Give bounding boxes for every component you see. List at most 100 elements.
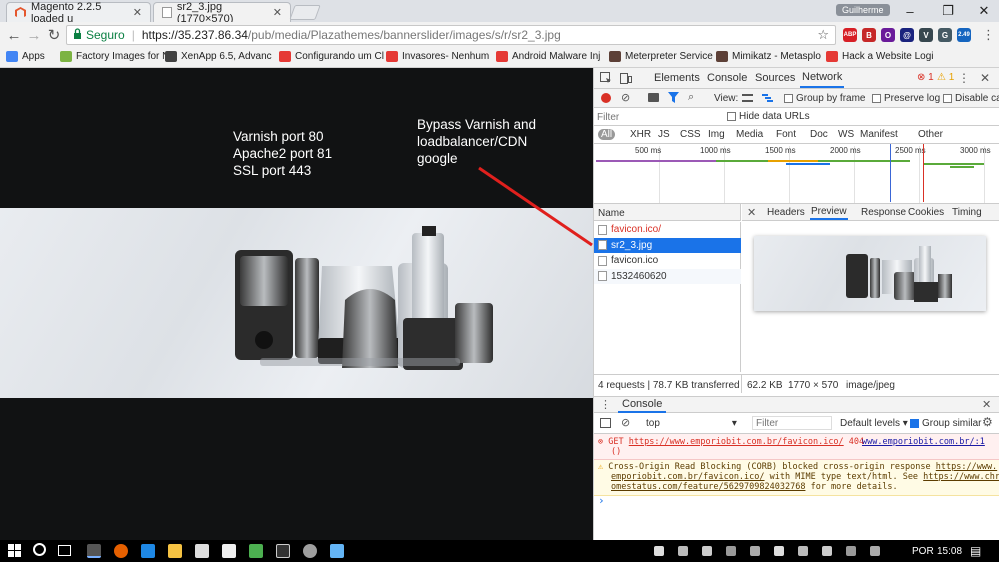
devtools-tab-sources[interactable]: Sources xyxy=(753,68,797,88)
filter-type-manifest[interactable]: Manifest xyxy=(860,129,898,140)
waterfall-icon[interactable] xyxy=(762,93,773,106)
filter-type-all[interactable]: All xyxy=(598,129,616,140)
video-icon[interactable] xyxy=(648,93,659,102)
search-icon[interactable]: ⌕ xyxy=(688,91,694,104)
devtools-tab-console[interactable]: Console xyxy=(705,68,749,88)
detail-tab-response[interactable]: Response xyxy=(860,204,907,220)
terminal-taskbar-icon[interactable] xyxy=(276,544,290,558)
warning-count: 1 xyxy=(948,72,955,83)
firefox-taskbar-icon[interactable] xyxy=(114,544,128,558)
paint-taskbar-icon[interactable] xyxy=(330,544,344,558)
timeline-overview: 500 ms 1000 ms 1500 ms 2000 ms 2500 ms 3000 m… xyxy=(594,144,999,204)
network-tool-taskbar-icon[interactable] xyxy=(249,544,263,558)
close-devtools-icon[interactable]: ✕ xyxy=(980,71,990,85)
console-settings-gear-icon[interactable]: ⚙ xyxy=(982,415,993,429)
filter-type-font[interactable]: Font xyxy=(776,129,796,140)
name-column-header[interactable]: Name xyxy=(594,204,741,221)
group-by-frame-checkbox[interactable]: Group by frame xyxy=(784,93,865,104)
close-drawer-icon[interactable]: ✕ xyxy=(982,398,991,411)
console-filter-input[interactable] xyxy=(752,416,832,430)
tray-icon[interactable] xyxy=(870,546,880,556)
tray-icon[interactable] xyxy=(702,546,712,556)
network-filter-input[interactable] xyxy=(597,110,719,124)
search-taskbar-icon[interactable] xyxy=(33,543,46,556)
favicon-link[interactable]: emporiobit.com.br/favicon.ico/ xyxy=(611,472,765,482)
notifications-icon[interactable]: ▤ xyxy=(970,544,981,558)
tray-icon[interactable] xyxy=(750,546,760,556)
image-preview xyxy=(754,236,986,311)
request-row[interactable]: favicon.ico xyxy=(594,253,741,268)
filter-type-media[interactable]: Media xyxy=(736,129,763,140)
inspect-icon[interactable] xyxy=(600,72,612,87)
request-list: favicon.ico/sr2_3.jpg favicon.ico 15324606… xyxy=(594,222,741,372)
filter-type-ws[interactable]: WS xyxy=(838,129,854,140)
detail-tab-timing[interactable]: Timing xyxy=(951,204,983,220)
tray-icon[interactable] xyxy=(798,546,808,556)
request-row[interactable]: 1532460620 xyxy=(594,268,741,284)
tray-icon[interactable] xyxy=(774,546,784,556)
mail-taskbar-icon[interactable] xyxy=(222,544,236,558)
tray-icon[interactable] xyxy=(726,546,736,556)
devtools-tab-elements[interactable]: Elements xyxy=(652,68,702,88)
clear-icon[interactable]: ⊘ xyxy=(621,91,630,104)
request-name: favicon.ico/ xyxy=(611,224,662,235)
chrome-taskbar-icon[interactable] xyxy=(87,544,101,558)
record-icon[interactable] xyxy=(601,93,611,103)
explorer-taskbar-icon[interactable] xyxy=(168,544,182,558)
timeline-tick: 2500 ms xyxy=(895,146,926,155)
device-toolbar-icon[interactable] xyxy=(620,72,632,87)
clear-console-icon[interactable]: ⊘ xyxy=(621,416,630,429)
task-view-icon[interactable] xyxy=(58,545,71,556)
filter-type-other[interactable]: Other xyxy=(918,129,943,140)
preserve-log-checkbox[interactable]: Preserve log xyxy=(872,93,940,104)
filter-type-xhr[interactable]: XHR xyxy=(630,129,651,140)
log-levels-select[interactable]: Default levels ▾ xyxy=(840,418,908,429)
sidebar-toggle-icon[interactable] xyxy=(600,418,611,428)
error-count-icon[interactable]: ⊗ 1 xyxy=(917,72,934,83)
edge-taskbar-icon[interactable] xyxy=(141,544,155,558)
filter-type-doc[interactable]: Doc xyxy=(810,129,828,140)
detail-tab-preview[interactable]: Preview xyxy=(810,204,848,220)
error-source-link[interactable]: www.emporiobit.com.br/:1 xyxy=(862,437,985,448)
console-drawer-tab[interactable]: Console xyxy=(618,397,667,413)
request-name: sr2_3.jpg xyxy=(611,239,653,251)
view-label: View: xyxy=(714,93,739,104)
devtools-menu-icon[interactable]: ⋮ xyxy=(958,71,970,85)
windows-start-icon[interactable] xyxy=(8,544,21,560)
console-toolbar: ⊘ top▾ Default levels ▾ Group similar ⚙ xyxy=(594,413,999,434)
devtools-tab-network[interactable]: Network xyxy=(800,68,845,88)
corb-link[interactable]: https://www. xyxy=(936,462,997,472)
console-prompt[interactable]: › xyxy=(598,495,605,507)
error-stack-toggle[interactable]: () xyxy=(611,447,621,458)
close-details-icon[interactable]: ✕ xyxy=(747,206,756,219)
tray-icon[interactable] xyxy=(654,546,664,556)
filter-icon[interactable] xyxy=(668,92,679,106)
detail-tab-headers[interactable]: Headers xyxy=(766,204,806,220)
chromestatus-link-cont[interactable]: omestatus.com/feature/5629709824032768 xyxy=(611,482,805,492)
filter-type-img[interactable]: Img xyxy=(708,129,725,140)
detail-tab-cookies[interactable]: Cookies xyxy=(907,204,945,220)
chromestatus-link[interactable]: https://www.chr xyxy=(923,472,999,482)
hide-data-urls-checkbox[interactable]: Hide data URLs xyxy=(727,111,810,122)
group-similar-checkbox[interactable]: Group similar xyxy=(910,418,981,429)
context-select[interactable]: top ▾ xyxy=(646,418,737,429)
language-indicator[interactable]: POR xyxy=(912,546,934,557)
request-row[interactable]: favicon.ico/ xyxy=(594,222,741,237)
store-taskbar-icon[interactable] xyxy=(195,544,209,558)
tray-icon[interactable] xyxy=(846,546,856,556)
filter-type-js[interactable]: JS xyxy=(658,129,670,140)
error-url-link[interactable]: https://www.emporiobit.com.br/favicon.ic… xyxy=(629,437,844,447)
tray-icon[interactable] xyxy=(678,546,688,556)
disable-cache-checkbox[interactable]: Disable cac xyxy=(943,93,999,104)
error-icon: ⊗ xyxy=(598,437,604,447)
tray-icon[interactable] xyxy=(822,546,832,556)
drawer-menu-icon[interactable]: ⋮ xyxy=(600,398,611,411)
timeline-tick: 500 ms xyxy=(635,146,662,155)
clock[interactable]: 15:08 xyxy=(937,546,962,557)
request-row[interactable]: sr2_3.jpg xyxy=(594,237,741,253)
large-rows-icon[interactable] xyxy=(742,94,753,102)
app-taskbar-icon[interactable] xyxy=(303,544,317,558)
document-icon xyxy=(598,240,607,250)
filter-type-css[interactable]: CSS xyxy=(680,129,701,140)
warning-count-icon[interactable]: ⚠ 1 xyxy=(937,72,954,83)
